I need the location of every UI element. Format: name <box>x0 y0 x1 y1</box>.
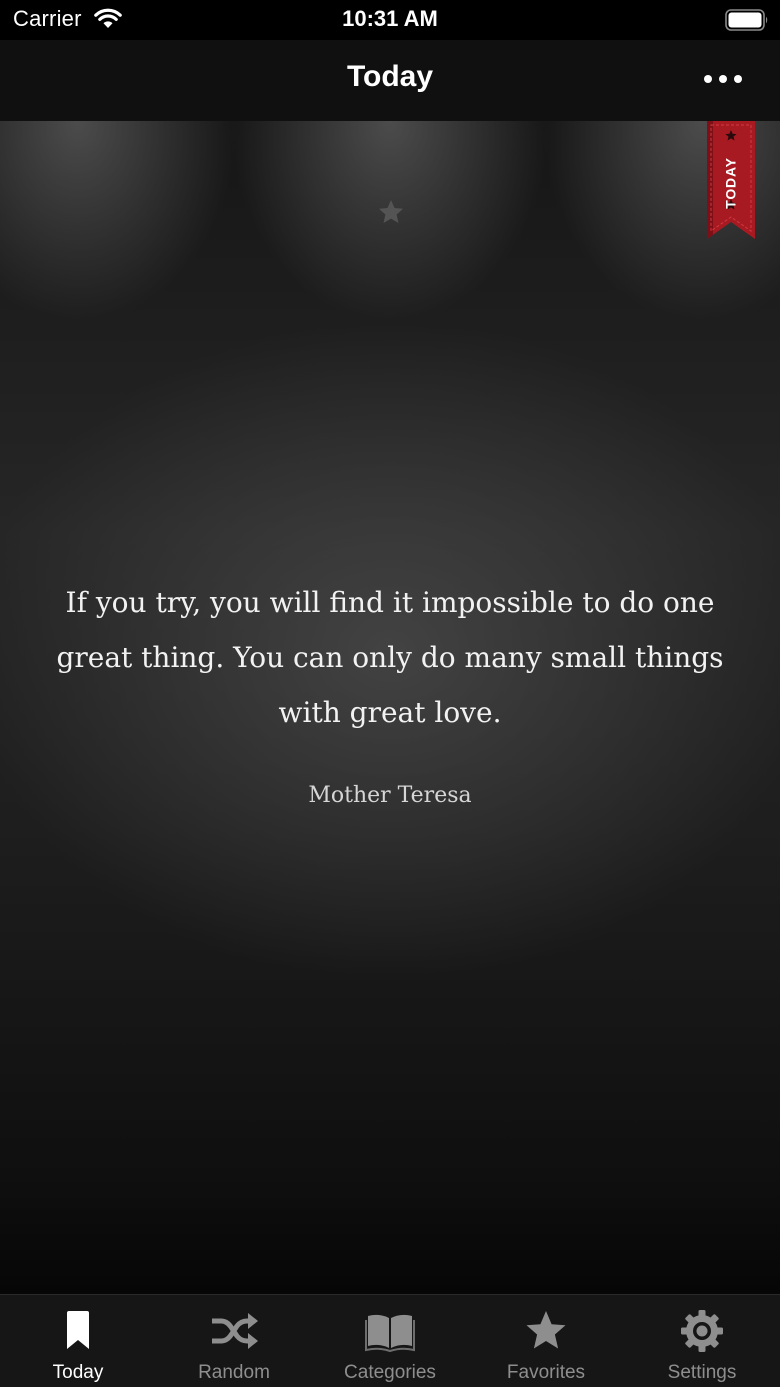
shuffle-icon <box>212 1313 258 1349</box>
tab-label: Today <box>52 1362 104 1383</box>
status-time: 10:31 AM <box>342 6 438 31</box>
tab-today[interactable]: Today <box>0 1295 156 1387</box>
tab-bar: Today Random Categories Favorites Settin… <box>0 1294 780 1387</box>
navigation-bar: Today <box>0 40 780 121</box>
tab-label: Favorites <box>506 1362 586 1383</box>
page-title: Today <box>346 60 434 93</box>
quote-text: If you try, you will find it impossible … <box>56 586 724 729</box>
tab-favorites[interactable]: Favorites <box>468 1295 624 1387</box>
tab-label: Settings <box>667 1362 737 1383</box>
ribbon-label: TODAY <box>723 157 739 209</box>
star-icon <box>526 1311 566 1349</box>
quote-card: TODAY If you try, you will find it impos… <box>0 121 780 1294</box>
bookmark-icon <box>67 1311 89 1349</box>
tab-settings[interactable]: Settings <box>624 1295 780 1387</box>
tab-label: Categories <box>344 1362 436 1383</box>
more-options-button[interactable] <box>698 64 748 94</box>
gear-icon <box>681 1310 723 1352</box>
book-icon <box>365 1314 415 1353</box>
tab-label: Random <box>198 1362 270 1383</box>
more-dots-icon <box>704 75 742 83</box>
tab-random[interactable]: Random <box>156 1295 312 1387</box>
favorite-star-icon[interactable] <box>376 197 406 227</box>
battery-icon <box>725 9 768 31</box>
quote-author: Mother Teresa <box>308 783 472 808</box>
screen: Carrier 10:31 AM Today TODAY If you try,… <box>0 0 780 1387</box>
status-bar: Carrier 10:31 AM <box>0 0 780 40</box>
today-ribbon: TODAY <box>705 121 757 243</box>
tab-categories[interactable]: Categories <box>312 1295 468 1387</box>
